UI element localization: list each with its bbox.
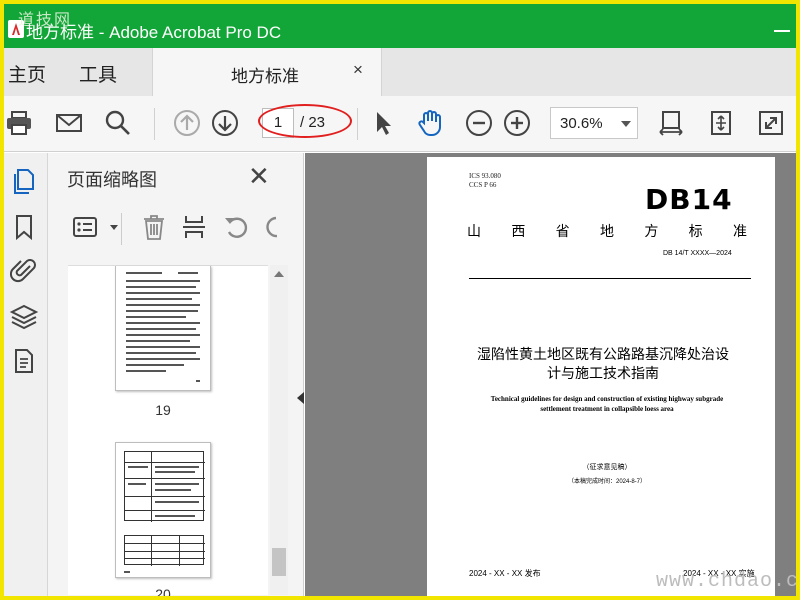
standard-name-char: 准 <box>732 223 747 239</box>
print-icon[interactable] <box>4 108 34 138</box>
scrollbar-thumb[interactable] <box>272 548 286 576</box>
chevron-down-icon <box>621 121 631 127</box>
panel-toolbar <box>64 207 284 255</box>
fit-width-icon[interactable] <box>656 108 686 138</box>
full-screen-icon[interactable] <box>756 108 786 138</box>
zoom-in-icon[interactable] <box>502 108 532 138</box>
next-page-icon[interactable] <box>210 108 240 138</box>
search-icon[interactable] <box>103 108 133 138</box>
standard-name-char: 省 <box>555 223 570 239</box>
annotation-ellipse <box>258 104 352 138</box>
zoom-out-icon[interactable] <box>464 108 494 138</box>
panel-close-button[interactable]: ✕ <box>248 163 270 189</box>
left-tool-rail <box>4 153 48 596</box>
collapse-panel-icon[interactable] <box>297 392 304 404</box>
zoom-level-value: 30.6% <box>560 115 603 132</box>
doc-title-en-line: Technical guidelines for design and cons… <box>490 395 724 403</box>
thumbnail-scrollbar[interactable] <box>270 265 288 595</box>
panel-toolbar-divider <box>121 213 122 245</box>
page-thumbnail-19[interactable] <box>115 266 211 391</box>
fit-page-icon[interactable] <box>706 108 736 138</box>
standard-name-char: 山 <box>467 223 481 239</box>
doc-ics: ICS 93.080 <box>469 172 501 180</box>
title-bar: 道技网 地方标准 - Adobe Acrobat Pro DC <box>4 4 796 48</box>
doc-title-cn-line: 湿陷性黄土地区既有公路路基沉降处治设 <box>477 346 729 362</box>
delete-page-icon[interactable] <box>140 213 170 243</box>
select-cursor-icon[interactable] <box>368 108 398 138</box>
document-page: ICS 93.080 CCS P 66 DB14 山 西 省 地 方 标 准 D… <box>427 157 775 596</box>
toolbar-divider <box>357 108 358 140</box>
document-viewer[interactable]: ICS 93.080 CCS P 66 DB14 山 西 省 地 方 标 准 D… <box>305 153 796 596</box>
tools-menu[interactable]: 工具 <box>79 60 117 87</box>
thumbnail-page-number: 19 <box>155 402 171 418</box>
page-content-icon[interactable] <box>10 347 40 377</box>
doc-ccs: CCS P 66 <box>469 181 497 189</box>
standard-name-char: 西 <box>511 223 526 239</box>
page-thumbnails-icon[interactable] <box>10 167 40 197</box>
doc-title-en-line: settlement treatment in collapsible loes… <box>540 405 674 413</box>
doc-title-cn-line: 计与施工技术指南 <box>547 365 659 381</box>
site-watermark: www.chdao.co <box>656 570 796 593</box>
thumbnail-options-icon[interactable] <box>72 213 102 243</box>
email-icon[interactable] <box>54 108 84 138</box>
main-toolbar: 1 / 23 30.6% <box>4 96 796 152</box>
doc-classification: ICS 93.080 CCS P 66 <box>469 172 501 190</box>
standard-name-char: 标 <box>688 223 703 239</box>
home-menu[interactable]: 主页 <box>8 60 46 87</box>
rotate-right-icon[interactable] <box>262 213 278 243</box>
standard-name-char: 方 <box>644 223 659 239</box>
window-title: 地方标准 - Adobe Acrobat Pro DC <box>26 23 282 42</box>
layers-icon[interactable] <box>9 303 40 333</box>
doc-draft-note: （征求意见稿） <box>582 464 632 471</box>
thumbnail-list: 19 20 <box>68 265 268 596</box>
tab-row: 主页 工具 地方标准 × <box>4 48 796 96</box>
chevron-down-icon[interactable] <box>100 213 118 243</box>
scroll-up-icon[interactable] <box>274 271 284 277</box>
doc-standard-code: DB 14/T XXXX—2024 <box>663 250 732 257</box>
previous-page-icon[interactable] <box>172 108 202 138</box>
extract-page-icon[interactable] <box>180 213 210 243</box>
thumbnail-page-number: 20 <box>155 586 171 596</box>
bookmark-icon[interactable] <box>10 213 40 243</box>
doc-publish-date: 2024 - XX - XX 发布 <box>469 569 541 578</box>
page-thumbnail-20[interactable] <box>115 442 211 578</box>
rotate-left-icon[interactable] <box>222 213 252 243</box>
document-tab-close-button[interactable]: × <box>353 60 363 80</box>
minimize-icon[interactable] <box>774 30 790 32</box>
doc-title-cn: 湿陷性黄土地区既有公路路基沉降处治设 计与施工技术指南 <box>463 345 743 383</box>
panel-title: 页面缩略图 <box>67 170 157 190</box>
page-thumbnails-panel: 页面缩略图 ✕ 19 20 <box>48 153 304 596</box>
doc-standard-name: 山 西 省 地 方 标 准 <box>467 221 747 241</box>
app-window: 道技网 地方标准 - Adobe Acrobat Pro DC 主页 工具 地方… <box>4 4 796 596</box>
doc-brand-mark: DB14 <box>645 183 733 216</box>
doc-title-en: Technical guidelines for design and cons… <box>477 394 737 414</box>
doc-completion-date: （本稿完成时间：2024-8-7） <box>567 479 647 485</box>
toolbar-divider <box>154 108 155 140</box>
attachment-icon[interactable] <box>9 257 40 287</box>
standard-name-char: 地 <box>599 223 614 239</box>
document-tab[interactable]: 地方标准 × <box>152 48 382 96</box>
doc-header-rule <box>469 278 751 279</box>
zoom-level-select[interactable]: 30.6% <box>550 107 638 139</box>
document-tab-label: 地方标准 <box>231 67 299 86</box>
hand-tool-icon[interactable] <box>415 108 445 138</box>
